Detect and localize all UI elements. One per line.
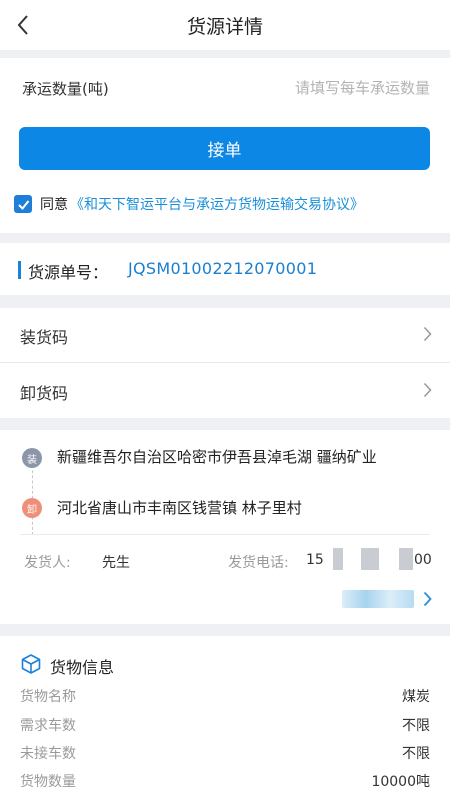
- loading-code-row[interactable]: 装货码: [0, 308, 450, 362]
- agreement-prefix: 同意: [40, 197, 68, 213]
- quantity-input[interactable]: [200, 74, 430, 102]
- codes-card: 装货码 卸货码: [0, 308, 450, 418]
- route-card: 装 新疆维吾尔自治区哈密市伊吾县淖毛湖 疆纳矿业 卸 河北省唐山市丰南区钱营镇 …: [0, 430, 450, 624]
- cargo-key: 未接车数: [20, 746, 76, 762]
- cargo-row: 货物名称 煤炭: [20, 686, 430, 708]
- load-address: 新疆维吾尔自治区哈密市伊吾县淖毛湖 疆纳矿业: [57, 448, 377, 466]
- top-bar: 货源详情: [0, 0, 450, 50]
- cargo-key: 货物名称: [20, 689, 76, 705]
- divider: [20, 534, 430, 535]
- unloading-code-row[interactable]: 卸货码: [0, 364, 450, 418]
- chevron-right-icon: [423, 382, 432, 398]
- accept-order-button[interactable]: 接单: [19, 127, 430, 170]
- chevron-right-icon[interactable]: [423, 591, 432, 607]
- quantity-card: 承运数量(吨) 接单 同意 《和天下智运平台与承运方货物运输交易协议》: [0, 58, 450, 233]
- cargo-value: 煤炭: [402, 689, 430, 705]
- quantity-label: 承运数量(吨): [22, 80, 109, 98]
- redacted-block: [399, 548, 413, 570]
- cargo-value: 不限: [402, 746, 430, 762]
- shipper-name: 先生: [102, 555, 130, 571]
- phone-number[interactable]: 15: [306, 552, 324, 568]
- cargo-value: 10000吨: [371, 774, 430, 790]
- order-number-value: JQSM01002212070001: [128, 259, 318, 278]
- unload-address: 河北省唐山市丰南区钱营镇 林子里村: [57, 499, 302, 517]
- order-number-label: 货源单号：: [28, 263, 109, 282]
- shipper-label: 发货人:: [24, 555, 71, 571]
- unload-badge: 卸: [22, 498, 42, 518]
- phone-suffix: 00: [414, 552, 432, 568]
- section-marker: [18, 261, 21, 279]
- unloading-code-label: 卸货码: [20, 384, 69, 403]
- load-badge: 装: [22, 448, 42, 468]
- redacted-block: [333, 548, 343, 570]
- cargo-row: 需求车数 不限: [20, 715, 430, 737]
- cargo-card: 货物信息 货物名称 煤炭 需求车数 不限 未接车数 不限 货物数量 10000吨: [0, 636, 450, 800]
- cargo-key: 需求车数: [20, 718, 76, 734]
- redacted-link[interactable]: [342, 590, 414, 608]
- cargo-row: 货物数量 10000吨: [20, 771, 430, 793]
- agreement-link[interactable]: 《和天下智运平台与承运方货物运输交易协议》: [70, 194, 364, 214]
- divider: [0, 362, 450, 363]
- cargo-section-title: 货物信息: [50, 658, 115, 677]
- cargo-key: 货物数量: [20, 774, 76, 790]
- agreement-checkbox[interactable]: [14, 195, 32, 213]
- cargo-value: 不限: [402, 718, 430, 734]
- order-number-card: 货源单号： JQSM01002212070001: [0, 243, 450, 295]
- phone-label: 发货电话:: [228, 555, 289, 571]
- cargo-row: 未接车数 不限: [20, 743, 430, 765]
- redacted-block: [361, 548, 379, 570]
- package-icon: [21, 654, 41, 674]
- loading-code-label: 装货码: [20, 328, 69, 347]
- agreement-row: 同意 《和天下智运平台与承运方货物运输交易协议》: [14, 194, 364, 214]
- chevron-right-icon: [423, 326, 432, 342]
- phone-prefix: 15: [306, 552, 324, 568]
- page-title: 货源详情: [186, 16, 263, 38]
- checkmark-icon: [17, 199, 29, 210]
